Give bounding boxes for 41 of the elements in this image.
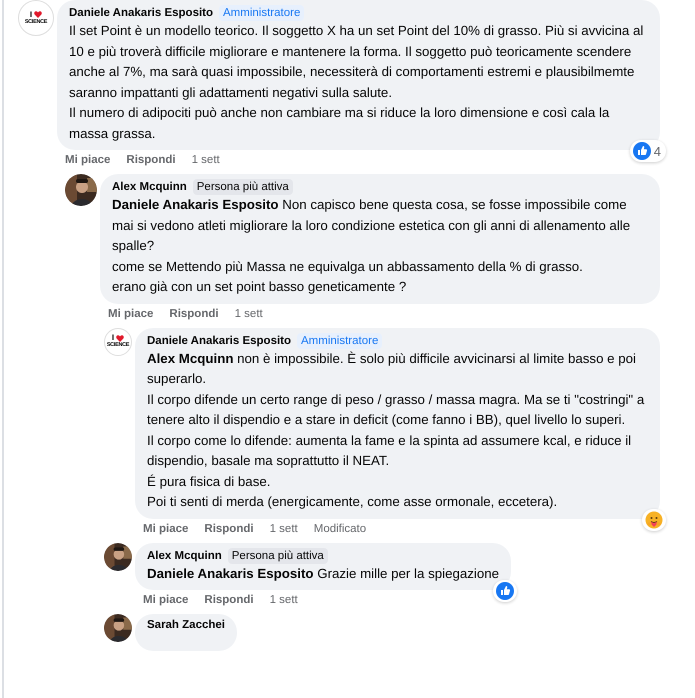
comment-time[interactable]: 1 sett [270,594,298,606]
comment-text: Il set Point è un modello teorico. Il soggetto X ha un set Point del 10% di grasso. Più si avvicina al 10 e più troverà difficile migliorare e mantenere la forma. Il soggetto può teoricamente scendere anche al 7%, ma sarà quasi impossibile, necessiterà di comportamenti estremi e plausibilmemte saranno impattanti gli adattamenti negativi sulla salute. [69,22,644,102]
like-link[interactable]: Mi piace [108,308,154,320]
heart-icon [116,334,124,342]
comment-text: Il numero di adipociti può anche non cambiare ma si riduce la loro dimensione e così cala la massa grassa. [69,104,610,143]
author-name[interactable]: Daniele Anakaris Esposito [69,7,214,19]
comment-text: Daniele Anakaris Esposito Non capisco bene questa cosa, se fosse impossibile come mai si vedono atleti migliorare la loro condizione estetica con gli anni di allenamento alle spalle? [112,196,632,255]
reply-link[interactable]: Rispondi [204,594,254,606]
author-badge: Persona più attiva [192,179,293,195]
author-name[interactable]: Alex Mcquinn [147,550,222,562]
comment-text: Poi ti senti di merda (energicamente, come asse ormonale, eccetera). [147,493,558,511]
author-badge: Amministratore [219,5,304,21]
author-badge: Persona più attiva [228,548,328,564]
comment-text: come se Mettendo più Massa ne equivalga un abbassamento della % di grasso. [112,258,584,276]
author-badge: Amministratore [297,332,382,348]
author-name[interactable]: Daniele Anakaris Esposito [147,334,292,346]
author-name[interactable]: Alex Mcquinn [112,181,187,193]
heart-icon [34,11,42,18]
comment-text: erano già con un set point basso geneticamente ? [112,278,408,296]
reply-link[interactable]: Rispondi [126,154,176,166]
comment-time[interactable]: 1 sett [270,522,298,534]
reaction-count[interactable] [642,508,666,530]
reaction-count[interactable] [493,580,518,602]
comment-text: Alex Mcquinn non è impossibile. È solo più difficile avvicinarsi al limite basso e poi superarlo. [147,350,637,388]
like-link[interactable]: Mi piace [143,522,188,534]
comment-text: Daniele Anakaris Esposito Grazie mille per la spiegazione [147,564,500,583]
like-link[interactable]: Mi piace [65,154,110,166]
thumbs-up-icon [496,582,514,600]
like-link[interactable]: Mi piace [143,594,188,606]
comment-text: Il corpo come lo difende: aumenta la fame e la spinta ad assumere kcal, e riduce il dispendio, basale ma soprattutto il NEAT. [147,432,632,470]
hug-emoji-icon [645,510,663,528]
comment-time[interactable]: 1 sett [234,308,263,320]
reply-link[interactable]: Rispondi [169,308,219,320]
comment-text: É pura fisica di base. [147,472,272,491]
author-name[interactable]: Sarah Zacchei [147,619,225,631]
reply-link[interactable]: Rispondi [204,522,254,534]
thumbs-up-icon [632,142,651,160]
comment-time[interactable]: 1 sett [192,154,220,166]
comment-text: Il corpo difende un certo range di peso / grasso / massa magra. Ma se ti "costringi" a tenere alto il dispendio e a stare in deficit (come fanno i BB), quel livello lo superi. [147,390,646,429]
edited-label: Modificato [314,522,366,534]
reaction-count[interactable]: 4 [630,140,666,162]
